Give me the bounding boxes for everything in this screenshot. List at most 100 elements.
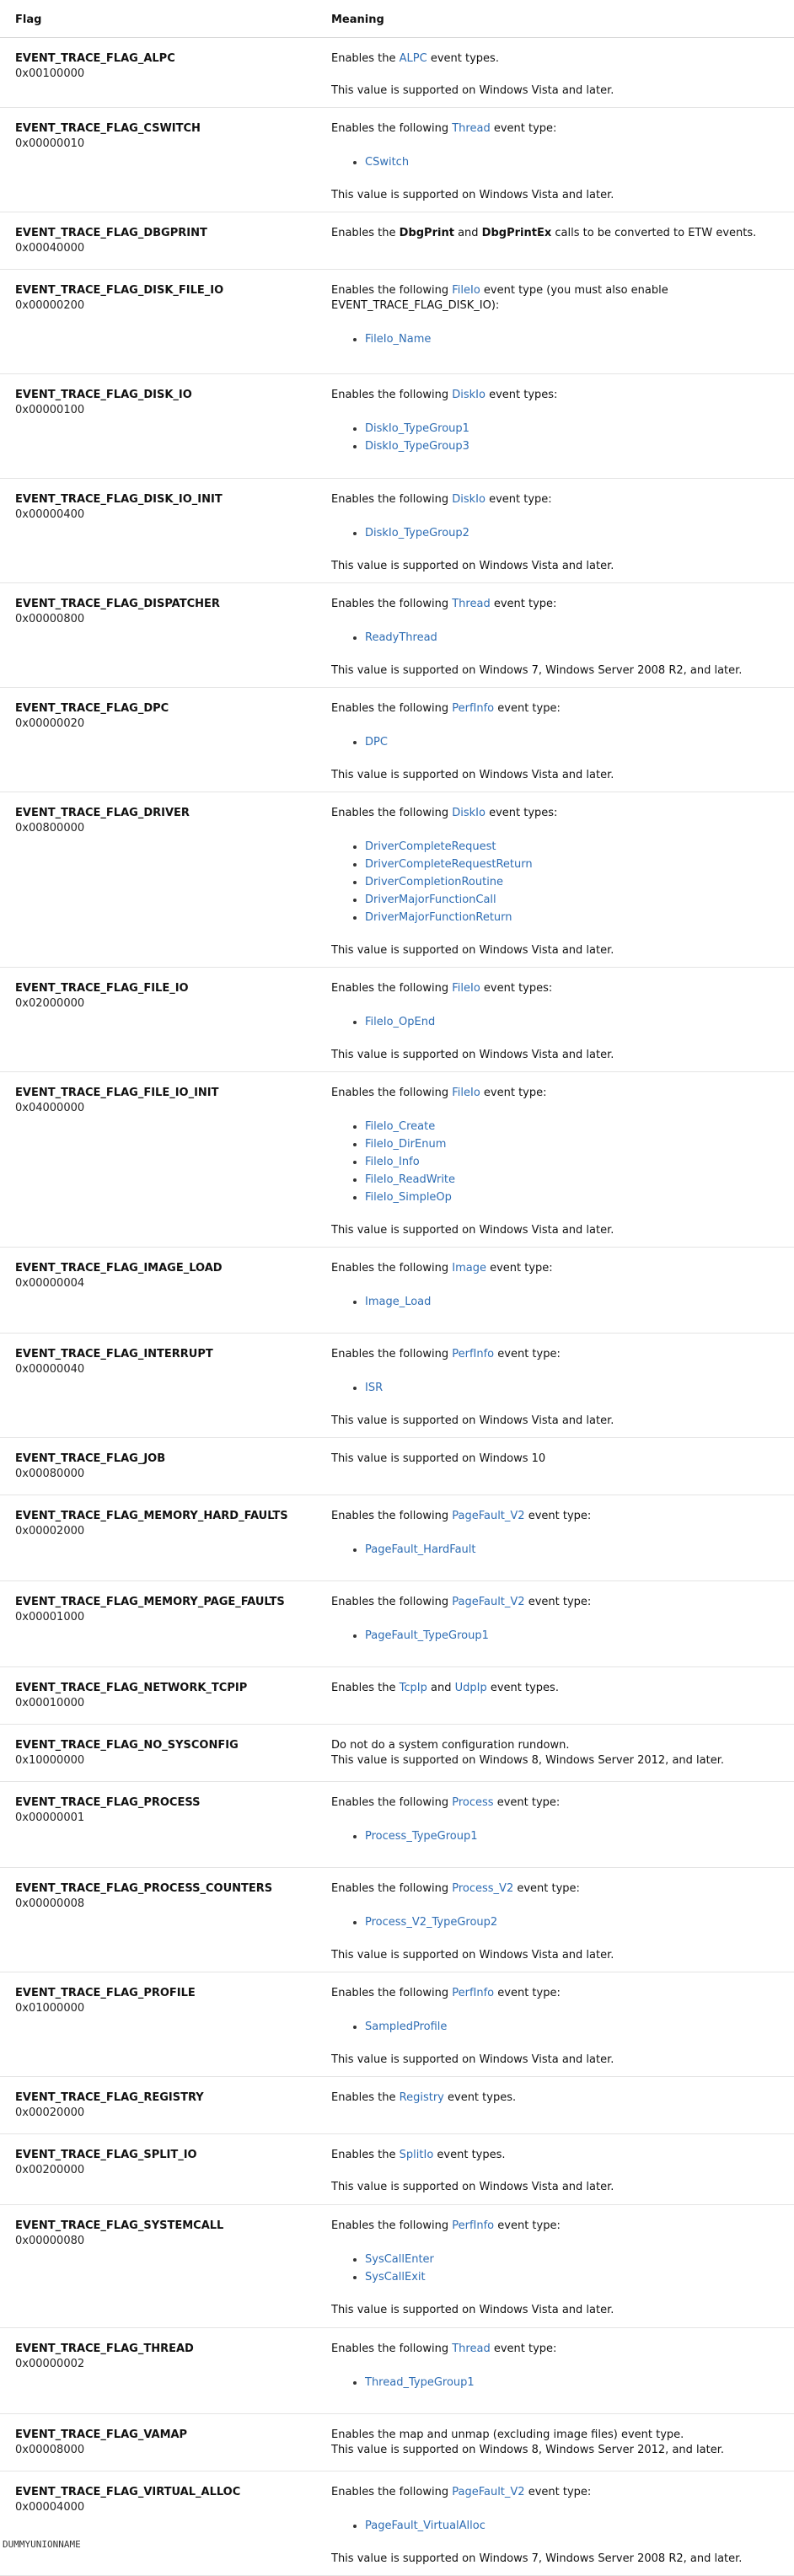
- meaning-text: Enables the DbgPrint and DbgPrintEx call…: [331, 226, 784, 241]
- table-row: EVENT_TRACE_FLAG_PROCESS 0x00000001 Enable…: [0, 1781, 794, 1868]
- event-link[interactable]: PageFault_VirtualAlloc: [365, 2517, 784, 2535]
- event-list: SampledProfile: [331, 2018, 784, 2036]
- event-class-link[interactable]: Thread: [452, 122, 490, 135]
- event-link[interactable]: DiskIo_TypeGroup3: [365, 437, 784, 455]
- flag-value: 0x10000000: [15, 1754, 85, 1767]
- event-class-link[interactable]: Image: [452, 1262, 486, 1275]
- meaning-cell: Enables the following DiskIo event type:…: [317, 478, 794, 583]
- event-link[interactable]: DriverMajorFunctionCall: [365, 891, 784, 909]
- flag-name: EVENT_TRACE_FLAG_DISK_IO: [15, 389, 192, 401]
- flag-cell: EVENT_TRACE_FLAG_SYSTEMCALL 0x00000080: [0, 2204, 317, 2328]
- event-link[interactable]: Process_TypeGroup1: [365, 1827, 784, 1845]
- event-link[interactable]: PageFault_TypeGroup1: [365, 1627, 784, 1645]
- meaning-cell: Enables the following PerfInfo event typ…: [317, 1333, 794, 1438]
- event-link[interactable]: DriverCompleteRequestReturn: [365, 856, 784, 873]
- event-link[interactable]: FileIo_OpEnd: [365, 1013, 784, 1031]
- flag-value: 0x00008000: [15, 2444, 85, 2456]
- meaning-cell: Enables the SplitIo event types. This val…: [317, 2133, 794, 2205]
- event-class-link[interactable]: PerfInfo: [452, 702, 494, 715]
- event-class-link[interactable]: TcpIp: [400, 1682, 427, 1694]
- event-class-link[interactable]: DiskIo: [452, 493, 486, 506]
- event-link[interactable]: ReadyThread: [365, 629, 784, 647]
- event-link[interactable]: PageFault_HardFault: [365, 1541, 784, 1559]
- meaning-cell: Enables the following Thread event type:…: [317, 107, 794, 212]
- event-class-link[interactable]: FileIo: [452, 284, 480, 297]
- meaning-prefix: Enables the following: [331, 1087, 453, 1099]
- event-class-link[interactable]: DiskIo: [452, 389, 486, 401]
- meaning-cell: Enables the following Image event type:I…: [317, 1247, 794, 1334]
- event-link[interactable]: FileIo_Create: [365, 1118, 784, 1135]
- event-link[interactable]: FileIo_ReadWrite: [365, 1171, 784, 1189]
- event-class-link[interactable]: PerfInfo: [452, 1348, 494, 1360]
- meaning-suffix: event types:: [480, 982, 553, 995]
- event-class-link[interactable]: ALPC: [400, 52, 427, 65]
- event-class-link[interactable]: PageFault_V2: [452, 2486, 524, 2498]
- event-link[interactable]: DiskIo_TypeGroup2: [365, 524, 784, 542]
- event-class-link[interactable]: Process: [452, 1796, 493, 1809]
- event-link[interactable]: FileIo_SimpleOp: [365, 1189, 784, 1206]
- meaning-text: Enables the following PageFault_V2 event…: [331, 2485, 784, 2500]
- event-class-link[interactable]: PerfInfo: [452, 1987, 494, 1999]
- flag-value: 0x00000200: [15, 299, 85, 312]
- flag-cell: EVENT_TRACE_FLAG_PROCESS 0x00000001: [0, 1781, 317, 1868]
- support-note: This value is supported on Windows Vista…: [331, 560, 614, 572]
- flag-value: 0x00080000: [15, 1468, 85, 1480]
- event-link[interactable]: SysCallExit: [365, 2268, 784, 2286]
- flag-value: 0x00001000: [15, 1611, 85, 1623]
- flag-name: EVENT_TRACE_FLAG_ALPC: [15, 52, 175, 65]
- event-class-link[interactable]: Registry: [400, 2091, 444, 2104]
- event-class-link[interactable]: DiskIo: [452, 807, 486, 819]
- meaning-prefix: Enables the following: [331, 598, 453, 610]
- flag-value: 0x00040000: [15, 242, 85, 255]
- event-link[interactable]: SysCallEnter: [365, 2251, 784, 2268]
- event-class-link[interactable]: SplitIo: [400, 2149, 434, 2161]
- event-class-link[interactable]: FileIo: [452, 982, 480, 995]
- event-list: SysCallEnterSysCallExit: [331, 2251, 784, 2286]
- table-row: EVENT_TRACE_FLAG_DISPATCHER 0x00000800 Ena…: [0, 582, 794, 688]
- flag-name: EVENT_TRACE_FLAG_MEMORY_PAGE_FAULTS: [15, 1596, 285, 1608]
- event-class-link[interactable]: Process_V2: [452, 1882, 513, 1895]
- table-row: EVENT_TRACE_FLAG_FILE_IO 0x02000000 Enable…: [0, 967, 794, 1072]
- table-row: EVENT_TRACE_FLAG_VIRTUAL_ALLOC 0x00004000…: [0, 2471, 794, 2576]
- meaning-suffix: event type:: [524, 1596, 592, 1608]
- event-link[interactable]: ISR: [365, 1379, 784, 1397]
- table-row: EVENT_TRACE_FLAG_DISK_IO 0x00000100 Enable…: [0, 373, 794, 479]
- event-link[interactable]: FileIo_DirEnum: [365, 1135, 784, 1153]
- flag-cell: EVENT_TRACE_FLAG_PROCESS_COUNTERS 0x00000…: [0, 1867, 317, 1972]
- event-class-link[interactable]: UdpIp: [455, 1682, 487, 1694]
- flag-column-header: Flag: [0, 0, 317, 38]
- flag-cell: EVENT_TRACE_FLAG_DBGPRINT 0x00040000: [0, 212, 317, 270]
- function-name: DbgPrint: [399, 227, 454, 239]
- event-class-link[interactable]: Thread: [452, 598, 490, 610]
- event-link[interactable]: DriverCompletionRoutine: [365, 873, 784, 891]
- meaning-prefix: Enables the: [331, 2091, 400, 2104]
- event-link[interactable]: FileIo_Name: [365, 330, 784, 348]
- meaning-suffix: event type:: [485, 493, 552, 506]
- event-link[interactable]: DPC: [365, 733, 784, 751]
- flag-cell: EVENT_TRACE_FLAG_IMAGE_LOAD 0x00000004: [0, 1247, 317, 1334]
- meaning-cell: Enables the following Thread event type:…: [317, 582, 794, 688]
- event-link[interactable]: Thread_TypeGroup1: [365, 2374, 784, 2391]
- event-link[interactable]: FileIo_Info: [365, 1153, 784, 1171]
- event-class-link[interactable]: PageFault_V2: [452, 1510, 524, 1522]
- flag-cell: EVENT_TRACE_FLAG_FILE_IO 0x02000000: [0, 967, 317, 1072]
- event-link[interactable]: Image_Load: [365, 1293, 784, 1311]
- event-link[interactable]: CSwitch: [365, 153, 784, 171]
- event-link[interactable]: Process_V2_TypeGroup2: [365, 1913, 784, 1931]
- table-row: EVENT_TRACE_FLAG_SPLIT_IO 0x00200000 Enabl…: [0, 2133, 794, 2205]
- event-link[interactable]: SampledProfile: [365, 2018, 784, 2036]
- event-link[interactable]: DriverMajorFunctionReturn: [365, 909, 784, 926]
- event-link[interactable]: DiskIo_TypeGroup1: [365, 420, 784, 437]
- meaning-text: Enables the following Process event type…: [331, 1795, 784, 1811]
- flag-value: 0x01000000: [15, 2002, 85, 2015]
- event-class-link[interactable]: PageFault_V2: [452, 1596, 524, 1608]
- meaning-prefix: Enables the map and unmap (excluding ima…: [331, 2428, 684, 2441]
- event-class-link[interactable]: PerfInfo: [452, 2219, 494, 2232]
- flag-value: 0x00000040: [15, 1363, 85, 1376]
- support-note: This value is supported on Windows Vista…: [331, 944, 614, 957]
- event-class-link[interactable]: Thread: [452, 2343, 490, 2355]
- meaning-cell: Enables the map and unmap (excluding ima…: [317, 2413, 794, 2471]
- event-link[interactable]: DriverCompleteRequest: [365, 838, 784, 856]
- event-class-link[interactable]: FileIo: [452, 1087, 480, 1099]
- flag-value: 0x00800000: [15, 822, 85, 835]
